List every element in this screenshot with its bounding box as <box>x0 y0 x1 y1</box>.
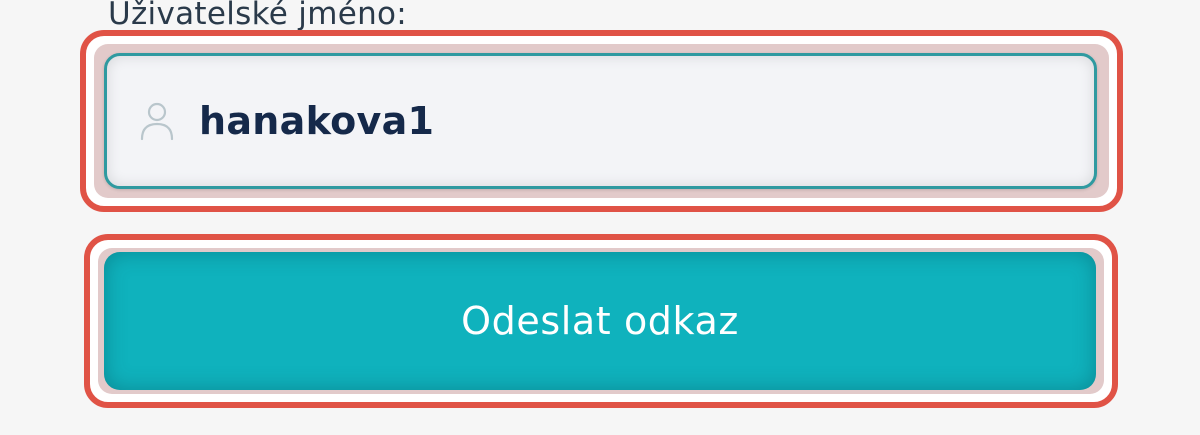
username-field-highlight <box>80 30 1123 212</box>
username-input[interactable] <box>199 99 1094 143</box>
send-link-button[interactable]: Odeslat odkaz <box>104 252 1096 390</box>
user-icon <box>137 101 177 141</box>
submit-button-highlight: Odeslat odkaz <box>84 234 1118 408</box>
username-field[interactable] <box>104 53 1097 189</box>
